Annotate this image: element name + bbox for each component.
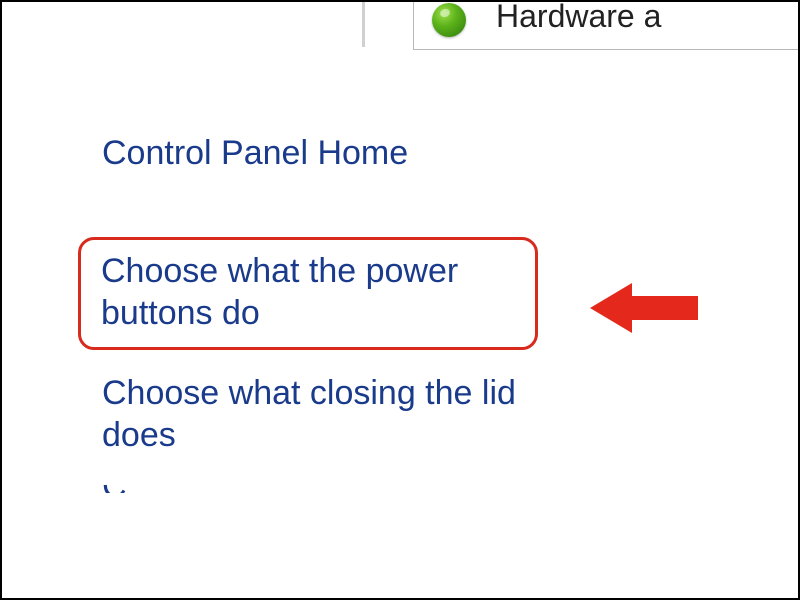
annotation-highlight-box: Choose what the power buttons do [78, 237, 538, 350]
toolbar-separator [362, 2, 365, 47]
annotation-arrow-icon [590, 278, 700, 338]
control-panel-home-link[interactable]: Control Panel Home [102, 132, 572, 175]
breadcrumb-label: Hardware a [496, 0, 661, 35]
breadcrumb-segment[interactable]: Hardware a [413, 2, 798, 50]
partial-link-text: C [102, 485, 127, 493]
create-power-plan-link-partial[interactable]: C [102, 485, 572, 493]
choose-power-buttons-link[interactable]: Choose what the power buttons do [101, 250, 515, 335]
sidebar-nav: Control Panel Home Choose what the power… [102, 132, 572, 493]
hardware-and-sound-icon [432, 3, 466, 37]
choose-closing-lid-link[interactable]: Choose what closing the lid does [102, 372, 572, 457]
